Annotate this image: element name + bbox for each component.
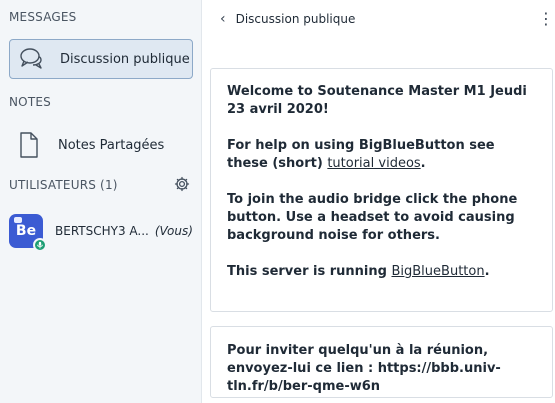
- help-line: For help on using BigBlueButton see thes…: [227, 138, 495, 171]
- chat-title: Discussion publique: [235, 12, 356, 26]
- gear-icon[interactable]: [174, 176, 190, 192]
- sidebar-item-shared-notes[interactable]: Notes Partagées: [9, 128, 193, 162]
- user-name: BERTSCHY3 A...: [55, 224, 149, 238]
- sidebar-item-label: Notes Partagées: [58, 137, 165, 153]
- section-messages-title: MESSAGES: [9, 10, 77, 24]
- avatar: Be: [9, 214, 47, 252]
- user-list-item[interactable]: Be BERTSCHY3 A... (Vous): [9, 211, 199, 252]
- presenter-badge: [14, 217, 22, 223]
- microphone-status-icon: [33, 238, 47, 252]
- more-options-icon[interactable]: ⋮: [538, 10, 554, 28]
- sidebar-item-public-chat[interactable]: Discussion publique: [9, 39, 193, 79]
- chevron-left-icon: ‹: [220, 11, 226, 27]
- user-you-label: (Vous): [154, 224, 193, 238]
- bbb-app: MESSAGES Discussion publique NOTES Notes…: [0, 0, 555, 403]
- section-users-title: UTILISATEURS (1): [9, 178, 118, 192]
- server-line: This server is running BigBlueButton.: [227, 264, 490, 279]
- section-notes-title: NOTES: [9, 95, 51, 109]
- sidebar-item-label: Discussion publique: [60, 51, 190, 67]
- document-icon: [15, 130, 43, 160]
- sidebar: MESSAGES Discussion publique NOTES Notes…: [0, 0, 202, 403]
- invite-text: Pour inviter quelqu'un à la réunion, env…: [227, 343, 501, 394]
- tutorial-link[interactable]: tutorial videos: [327, 156, 420, 171]
- chat-bubbles-icon: [18, 45, 46, 73]
- bigbluebutton-link[interactable]: BigBlueButton: [391, 264, 484, 279]
- invite-message: Pour inviter quelqu'un à la réunion, env…: [210, 326, 553, 398]
- avatar-initials: Be: [15, 223, 37, 239]
- chat-back-button[interactable]: ‹ Discussion publique: [220, 11, 355, 27]
- welcome-line: Welcome to Soutenance Master M1 Jeudi 23…: [227, 84, 527, 117]
- audio-line: To join the audio bridge click the phone…: [227, 192, 518, 243]
- welcome-message: Welcome to Soutenance Master M1 Jeudi 23…: [210, 68, 553, 312]
